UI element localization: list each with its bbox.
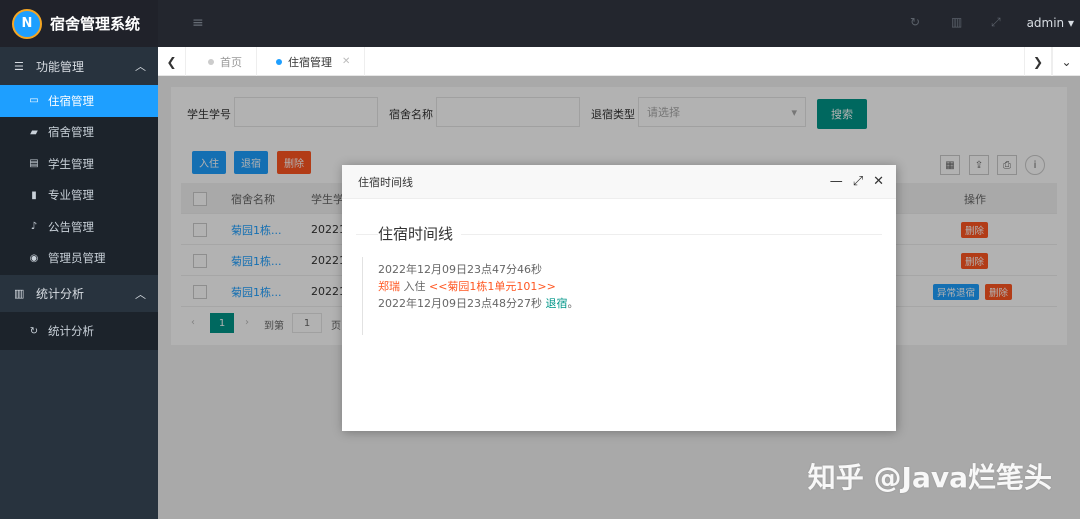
tab-home[interactable]: 首页 bbox=[194, 47, 257, 76]
timeline-axis bbox=[362, 257, 363, 335]
sidebar-item-label: 公告管理 bbox=[48, 219, 94, 234]
user-menu[interactable]: admin ▾ bbox=[1027, 16, 1074, 30]
maximize-icon[interactable]: ⤢ bbox=[853, 174, 863, 189]
timeline-entry-time: 2022年12月09日23点47分46秒 bbox=[378, 263, 542, 276]
card-icon: ▤ bbox=[29, 158, 39, 170]
sidebar-item-label: 管理员管理 bbox=[48, 251, 106, 266]
fullscreen-icon[interactable]: ⤢ bbox=[991, 15, 1001, 30]
window-icon: ▭ bbox=[29, 95, 39, 107]
checkout-suffix: 。 bbox=[567, 297, 579, 310]
sidebar-group-statistics[interactable]: ▥ 统计分析 ︿ bbox=[0, 274, 158, 312]
room-name: <<菊园1栋1单元101>> bbox=[429, 280, 556, 293]
sidebar-group-label: 功能管理 bbox=[36, 59, 85, 74]
sidebar-item-notice-management[interactable]: ♪ 公告管理 bbox=[0, 211, 158, 243]
timeline-modal: 住宿时间线 — ⤢ ✕ 住宿时间线 2022年12月09日23点47分46秒 郑… bbox=[342, 165, 896, 431]
modal-title: 住宿时间线 bbox=[358, 175, 413, 189]
book-icon: ▰ bbox=[30, 126, 38, 138]
sidebar-item-label: 专业管理 bbox=[48, 188, 94, 203]
student-name: 郑瑞 bbox=[378, 280, 400, 293]
close-icon[interactable]: ✕ bbox=[873, 174, 884, 189]
checkout-status: 退宿 bbox=[545, 297, 568, 310]
sidebar-item-label: 住宿管理 bbox=[48, 93, 94, 108]
tab-dot bbox=[276, 58, 282, 65]
chevron-left-icon[interactable]: ❮ bbox=[158, 47, 186, 76]
tab-dot bbox=[208, 58, 214, 65]
sidebar-item-dorm-management[interactable]: ▰ 宿舍管理 bbox=[0, 117, 158, 149]
sidebar-item-statistics[interactable]: ↻ 统计分析 bbox=[0, 312, 158, 350]
timeline-entry-checkout: 2022年12月09日23点48分27秒 退宿。 bbox=[378, 295, 578, 311]
tab-label: 首页 bbox=[220, 55, 242, 69]
modal-header: 住宿时间线 — ⤢ ✕ bbox=[342, 165, 896, 199]
sidebar-item-major-management[interactable]: ▮ 专业管理 bbox=[0, 180, 158, 212]
list-icon[interactable]: ≡ bbox=[192, 15, 204, 31]
action-text: 入住 bbox=[400, 280, 429, 293]
refresh-icon: ↻ bbox=[29, 325, 39, 337]
refresh-icon[interactable]: ↻ bbox=[910, 15, 920, 29]
sidebar-item-checkin-management[interactable]: ▭ 住宿管理 bbox=[0, 85, 158, 117]
top-header: ≡ ↻ ▥ ⤢ admin ▾ bbox=[158, 0, 1080, 47]
chevron-down-icon[interactable]: ⌄ bbox=[1052, 47, 1080, 76]
close-icon[interactable]: ✕ bbox=[342, 56, 350, 67]
bell-icon: ♪ bbox=[30, 221, 38, 233]
user-circle-icon: ◉ bbox=[29, 252, 39, 264]
timeline-entry-checkin: 郑瑞 入住 <<菊园1栋1单元101>> bbox=[378, 278, 556, 294]
watermark: 知乎 @Java烂笔头 bbox=[807, 461, 1052, 494]
sidebar-item-label: 学生管理 bbox=[48, 156, 94, 171]
sidebar-group-label: 统计分析 bbox=[36, 287, 85, 301]
logo-area[interactable]: N 宿舍管理系统 bbox=[0, 0, 158, 47]
minimize-icon[interactable]: — bbox=[830, 174, 843, 189]
timeline-heading: 住宿时间线 bbox=[378, 223, 462, 244]
logo-icon: N bbox=[12, 8, 42, 39]
sidebar-item-label: 统计分析 bbox=[48, 324, 94, 338]
chevron-right-icon[interactable]: ❯ bbox=[1024, 47, 1052, 76]
file-icon: ▮ bbox=[31, 189, 37, 201]
trash-icon[interactable]: ▥ bbox=[951, 15, 962, 29]
tab-bar: ❮ 首页 住宿管理 ✕ ❯ ⌄ bbox=[158, 47, 1080, 76]
sidebar-group-functions[interactable]: ☰ 功能管理 ︿ bbox=[0, 47, 158, 85]
tab-label: 住宿管理 bbox=[288, 55, 332, 69]
sidebar: N 宿舍管理系统 ☰ 功能管理 ︿ ▭ 住宿管理 ▰ 宿舍管理 ▤ 学生管理 ▮… bbox=[0, 0, 158, 519]
list-icon: ☰ bbox=[14, 59, 24, 73]
chevron-up-icon: ︿ bbox=[135, 287, 146, 301]
app-title: 宿舍管理系统 bbox=[50, 15, 141, 33]
sidebar-item-label: 宿舍管理 bbox=[48, 125, 94, 140]
tab-checkin-management[interactable]: 住宿管理 ✕ bbox=[262, 47, 366, 76]
sidebar-item-admin-management[interactable]: ◉ 管理员管理 bbox=[0, 243, 158, 275]
checkout-time: 2022年12月09日23点48分27秒 bbox=[378, 297, 546, 310]
sidebar-item-student-management[interactable]: ▤ 学生管理 bbox=[0, 148, 158, 180]
bar-chart-icon: ▥ bbox=[14, 287, 25, 300]
chevron-up-icon: ︿ bbox=[135, 60, 146, 73]
